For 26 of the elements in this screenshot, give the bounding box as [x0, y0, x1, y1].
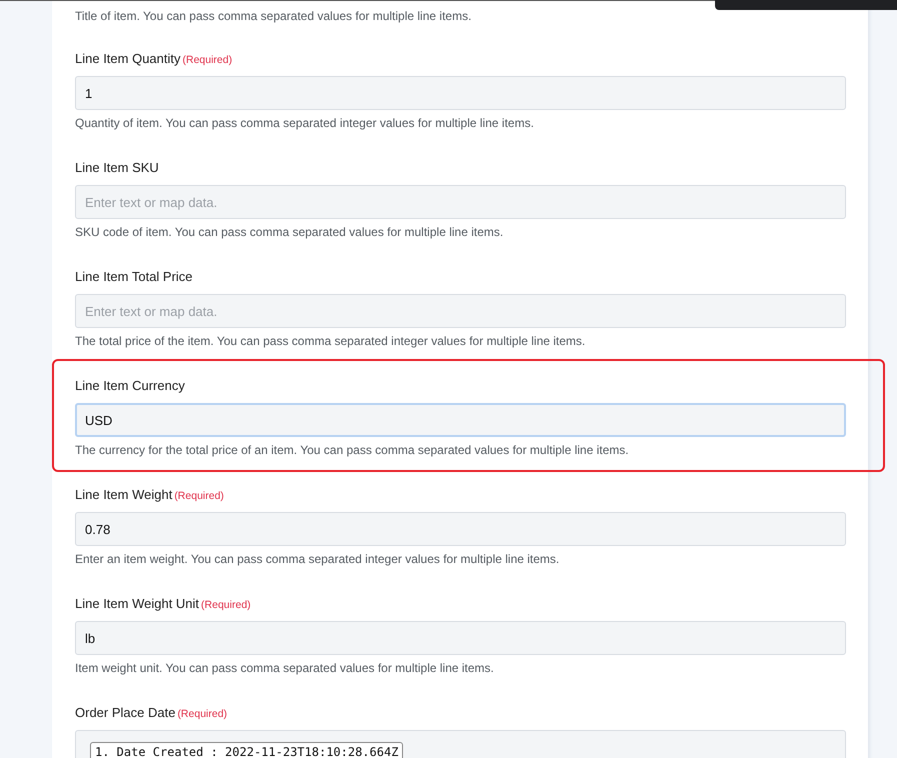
- required-note: (Required): [174, 489, 224, 504]
- field-description: Enter an item weight. You can pass comma separated integer values for multiple line items.: [75, 551, 560, 567]
- required-note: (Required): [182, 53, 232, 68]
- required-note: (Required): [201, 598, 251, 613]
- field-label: Line Item Currency: [75, 377, 185, 395]
- input-field[interactable]: lb: [75, 621, 846, 655]
- field-label: Line Item Total Price: [75, 268, 193, 286]
- field-label: Line Item Weight: [75, 486, 172, 504]
- required-note: (Required): [177, 707, 228, 722]
- input-field[interactable]: Enter text or map data.: [75, 185, 846, 219]
- field-label: Line Item SKU: [75, 159, 159, 177]
- tag-input-field[interactable]: 1. Date Created : 2022-11-23T18:10:28.664Z: [75, 730, 846, 758]
- field-label: Order Place Date: [75, 704, 176, 722]
- input-field[interactable]: Enter text or map data.: [75, 294, 846, 328]
- field-description: The total price of the item. You can pass comma separated integer values for multiple line items.: [75, 333, 586, 349]
- field-label: Line Item Weight Unit: [75, 595, 200, 613]
- field-description: Item weight unit. You can pass comma separated values for multiple line items.: [75, 660, 495, 676]
- field-label: Line Item Quantity: [75, 50, 180, 68]
- input-field[interactable]: 1: [75, 76, 846, 110]
- mapped-value-chip[interactable]: 1. Date Created : 2022-11-23T18:10:28.664Z: [90, 742, 404, 758]
- input-field[interactable]: 0.78: [75, 512, 846, 546]
- field-description: The currency for the total price of an item. You can pass comma separated values for multiple line items.: [75, 442, 630, 458]
- field-description: Quantity of item. You can pass comma separated integer values for multiple line items.: [75, 115, 535, 131]
- field-description: Title of item. You can pass comma separated values for multiple line items.: [75, 8, 472, 24]
- input-field[interactable]: USD: [75, 403, 846, 437]
- field-description: SKU code of item. You can pass comma separated values for multiple line items.: [75, 224, 504, 240]
